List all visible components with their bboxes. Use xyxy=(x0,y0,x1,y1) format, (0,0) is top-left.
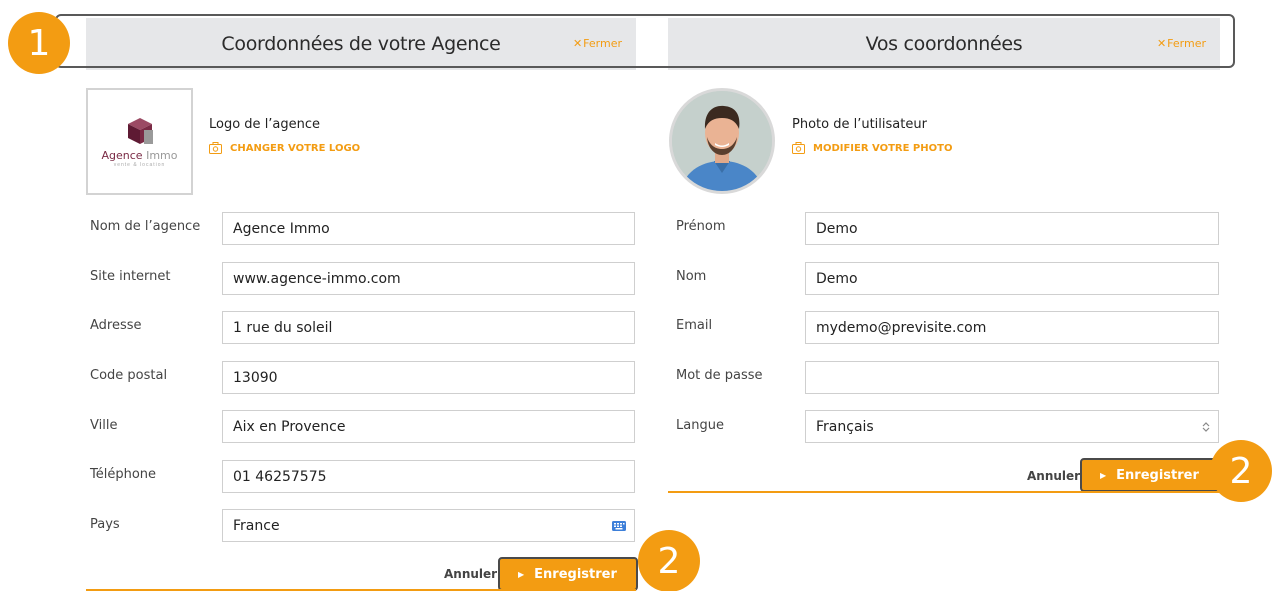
change-photo-label: MODIFIER VOTRE PHOTO xyxy=(813,142,953,154)
play-icon: ▶ xyxy=(518,569,525,579)
email-label: Email xyxy=(676,318,713,333)
agency-save-label: Enregistrer xyxy=(534,566,617,582)
callout-agency-save-number: 2 xyxy=(638,530,700,591)
user-photo-title: Photo de l’utilisateur xyxy=(792,117,927,132)
user-panel-header: Vos coordonnées ✕ Fermer xyxy=(668,18,1220,70)
agency-panel-header: Coordonnées de votre Agence ✕ Fermer xyxy=(86,18,636,70)
city-input[interactable]: Aix en Provence xyxy=(222,410,635,443)
postal-code-input[interactable]: 13090 xyxy=(222,361,635,394)
postal-code-label: Code postal xyxy=(90,368,168,383)
website-label: Site internet xyxy=(90,269,171,284)
change-photo-link[interactable]: MODIFIER VOTRE PHOTO xyxy=(792,142,952,154)
email-input[interactable]: mydemo@previsite.com xyxy=(805,311,1219,344)
close-icon: ✕ xyxy=(1156,37,1167,50)
agency-logo-house-icon xyxy=(122,116,158,146)
language-label: Langue xyxy=(676,418,724,433)
last-name-label: Nom xyxy=(676,269,707,284)
change-logo-link[interactable]: CHANGER VOTRE LOGO xyxy=(209,142,360,154)
agency-logo-text: Agence Immo xyxy=(101,148,178,162)
user-avatar[interactable] xyxy=(669,88,775,194)
camera-icon xyxy=(792,142,805,154)
camera-icon xyxy=(209,142,222,154)
country-label: Pays xyxy=(90,517,120,532)
first-name-label: Prénom xyxy=(676,219,726,234)
phone-label: Téléphone xyxy=(90,467,157,482)
address-input[interactable]: 1 rue du soleil xyxy=(222,311,635,344)
password-label: Mot de passe xyxy=(676,368,763,383)
user-close-button[interactable]: ✕ Fermer xyxy=(1157,37,1206,50)
language-select[interactable]: Français xyxy=(805,410,1219,443)
agency-name-label: Nom de l’agence xyxy=(90,219,201,234)
callout-header-number: 1 xyxy=(8,12,70,74)
user-divider xyxy=(668,491,1220,493)
password-input[interactable] xyxy=(805,361,1219,394)
agency-cancel-button[interactable]: Annuler xyxy=(444,567,497,581)
user-save-button[interactable]: ▶ Enregistrer xyxy=(1080,458,1222,492)
agency-name-input[interactable]: Agence Immo xyxy=(222,212,635,245)
agency-logo-title: Logo de l’agence xyxy=(209,117,321,132)
first-name-input[interactable]: Demo xyxy=(805,212,1219,245)
user-cancel-button[interactable]: Annuler xyxy=(1027,469,1080,483)
user-panel-title: Vos coordonnées xyxy=(865,33,1023,55)
website-input[interactable]: www.agence-immo.com xyxy=(222,262,635,295)
user-save-label: Enregistrer xyxy=(1116,467,1199,483)
close-icon: ✕ xyxy=(572,37,583,50)
agency-close-button[interactable]: ✕ Fermer xyxy=(573,37,622,50)
agency-close-label: Fermer xyxy=(583,37,622,50)
last-name-input[interactable]: Demo xyxy=(805,262,1219,295)
agency-logo[interactable]: Agence Immo vente & location xyxy=(86,88,193,195)
play-icon: ▶ xyxy=(1100,470,1107,480)
address-label: Adresse xyxy=(90,318,142,333)
agency-panel-title: Coordonnées de votre Agence xyxy=(221,33,501,55)
select-arrows-icon xyxy=(1202,421,1210,437)
agency-save-button[interactable]: ▶ Enregistrer xyxy=(498,557,638,591)
country-value: France xyxy=(233,517,280,534)
callout-user-save-number: 2 xyxy=(1210,440,1272,502)
user-close-label: Fermer xyxy=(1167,37,1206,50)
change-logo-label: CHANGER VOTRE LOGO xyxy=(230,142,361,154)
country-select[interactable]: France xyxy=(222,509,635,542)
phone-input[interactable]: 01 46257575 xyxy=(222,460,635,493)
city-label: Ville xyxy=(90,418,118,433)
language-value: Français xyxy=(816,418,874,435)
agency-logo-tagline: vente & location xyxy=(113,161,166,168)
keyboard-icon[interactable] xyxy=(612,519,626,535)
